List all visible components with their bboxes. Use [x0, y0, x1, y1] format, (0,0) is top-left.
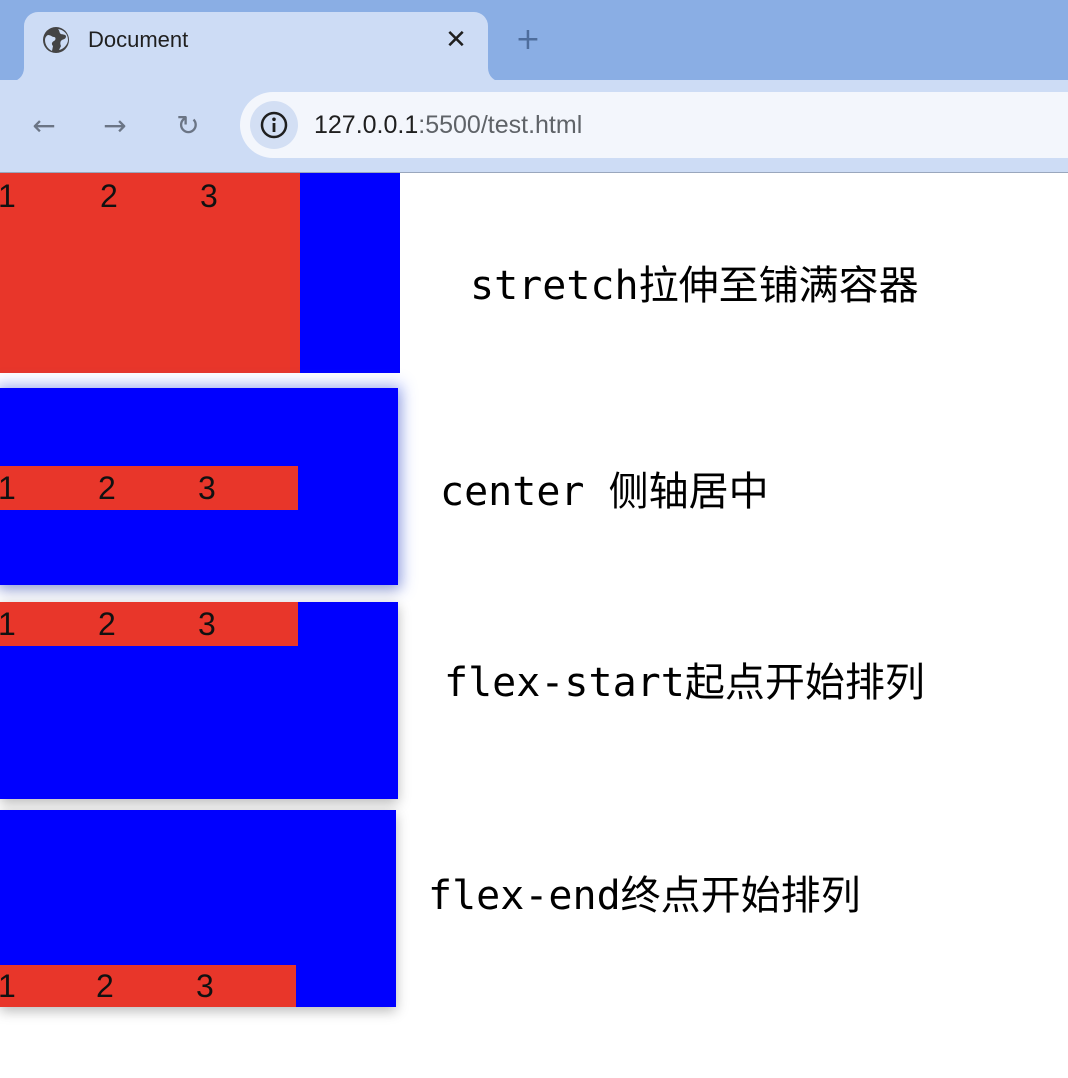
tab-strip: Document ✕ +	[0, 0, 1068, 82]
close-icon[interactable]: ✕	[442, 26, 470, 54]
stretch-items: 1 2 3	[0, 173, 300, 373]
flex-item-1: 1	[0, 968, 16, 1004]
center-container: 1 2 3	[0, 388, 398, 585]
center-caption-text: 侧轴居中	[608, 469, 769, 515]
flex-start-caption-code: flex-start	[444, 660, 685, 706]
flex-item-3: 3	[200, 178, 218, 214]
url-path: :5500/test.html	[418, 111, 583, 139]
browser-toolbar: ← → ↻ 127.0.0.1:5500/test.html	[0, 80, 1068, 173]
flex-start-items: 1 2 3	[0, 602, 298, 646]
url-host: 127.0.0.1	[314, 111, 419, 139]
tab-title: Document	[88, 27, 189, 52]
forward-arrow-icon[interactable]: →	[99, 110, 131, 142]
address-bar[interactable]: 127.0.0.1:5500/test.html	[240, 92, 1068, 158]
stretch-caption: stretch拉伸至铺满容器	[470, 262, 919, 310]
stretch-container: 1 2 3	[0, 173, 400, 373]
flex-item-3: 3	[198, 606, 216, 642]
flex-item-2: 2	[100, 178, 118, 214]
flex-item-3: 3	[198, 470, 216, 506]
flex-end-caption: flex-end终点开始排列	[428, 872, 861, 920]
flex-item-1: 1	[0, 178, 16, 214]
center-caption-code: center	[440, 469, 609, 515]
reload-icon[interactable]: ↻	[172, 110, 204, 142]
center-caption: center 侧轴居中	[440, 468, 769, 516]
center-items: 1 2 3	[0, 466, 298, 510]
info-icon	[260, 111, 288, 139]
flex-end-container: 1 2 3	[0, 810, 396, 1007]
flex-item-2: 2	[98, 470, 116, 506]
url-text[interactable]: 127.0.0.1:5500/test.html	[314, 110, 582, 140]
flex-item-1: 1	[0, 470, 16, 506]
flex-item-2: 2	[98, 606, 116, 642]
flex-item-1: 1	[0, 606, 16, 642]
globe-icon	[43, 27, 69, 53]
flex-end-caption-code: flex-end	[428, 873, 621, 919]
flex-end-caption-text: 终点开始排列	[620, 873, 861, 919]
tab-document[interactable]: Document ✕	[10, 12, 502, 82]
flex-start-caption-text: 起点开始排列	[684, 660, 925, 706]
stretch-caption-text: 拉伸至铺满容器	[638, 263, 919, 309]
flex-start-caption: flex-start起点开始排列	[444, 659, 925, 707]
new-tab-button[interactable]: +	[512, 24, 544, 56]
back-arrow-icon[interactable]: ←	[28, 110, 60, 142]
flex-item-3: 3	[196, 968, 214, 1004]
stretch-caption-code: stretch	[470, 263, 639, 309]
flex-start-container: 1 2 3	[0, 602, 398, 799]
flex-item-2: 2	[96, 968, 114, 1004]
site-info-button[interactable]	[250, 101, 298, 149]
flex-end-items: 1 2 3	[0, 965, 296, 1007]
